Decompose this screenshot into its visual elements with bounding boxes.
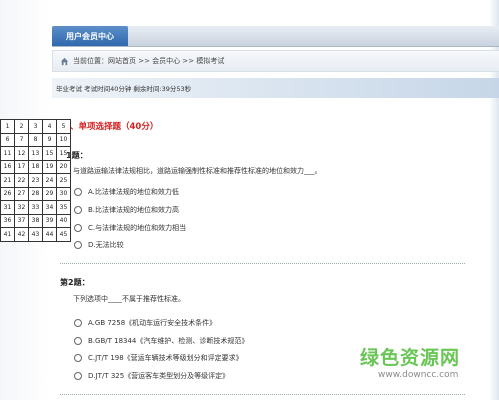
question-grid-cell[interactable]: 37 [14,213,29,228]
question-grid-cell[interactable]: 39 [42,213,57,228]
radio-icon[interactable] [74,372,82,380]
question-grid-cell[interactable]: 4 [42,119,57,134]
question-grid-cell[interactable]: 36 [0,213,15,228]
option-label: A.比法律法规的地位和效力低 [88,188,179,196]
question-grid-cell[interactable]: 40 [56,213,71,228]
question-grid-cell[interactable]: 34 [42,200,57,215]
question-1-option-d[interactable]: D.无法比较 [74,240,124,250]
option-label: C.JT/T 198《营运车辆技术等级划分和评定要求》 [88,354,243,362]
question-grid-cell[interactable]: 16 [0,159,15,174]
question-grid-row: 31 32 33 34 35 [0,200,71,215]
question-grid-cell[interactable]: 12 [14,146,29,161]
question-grid-cell[interactable]: 10 [56,132,71,147]
question-grid-cell[interactable]: 22 [14,173,29,188]
question-grid-row: 41 42 43 44 45 [0,227,71,242]
question-grid-row: 36 37 38 39 40 [0,213,71,228]
radio-icon[interactable] [74,337,82,345]
question-grid-row: 6 7 8 9 10 [0,132,71,147]
breadcrumb-text: 当前位置：网站首页 >> 会员中心 >> 模拟考试 [73,57,225,65]
question-grid-cell[interactable]: 45 [56,227,71,242]
question-grid-cell[interactable]: 3 [28,119,43,134]
question-grid-cell[interactable]: 7 [14,132,29,147]
question-grid-cell[interactable]: 13 [28,146,43,161]
breadcrumb: 当前位置：网站首页 >> 会员中心 >> 模拟考试 [52,50,499,72]
question-2-title: 第2题： [60,278,90,287]
tab-member-center[interactable]: 用户会员中心 [52,26,128,46]
question-grid-cell[interactable]: 24 [42,173,57,188]
question-grid-cell[interactable]: 18 [28,159,43,174]
question-grid-cell[interactable]: 26 [0,186,15,201]
question-grid-cell[interactable]: 6 [0,132,15,147]
question-grid-cell[interactable]: 44 [42,227,57,242]
exam-info-bar: 毕业考试 考试时间40分钟 剩余时间:39分53秒 [52,78,499,98]
question-2-option-d[interactable]: D.JT/T 325《营运客车类型划分及等级评定》 [74,371,229,381]
question-grid-row: 12345 [0,119,71,134]
question-grid-cell[interactable]: 21 [0,173,15,188]
watermark-logo-text: 绿色资源网 [360,347,461,369]
watermark-url: www.downcc.com [378,370,459,380]
question-1-option-b[interactable]: B.比法律法规的地位和效力高 [74,205,179,215]
question-grid-cell[interactable]: 42 [14,227,29,242]
question-grid-cell[interactable]: 35 [56,200,71,215]
question-grid-cell[interactable]: 30 [56,186,71,201]
question-grid-cell[interactable]: 11 [0,146,15,161]
question-grid-cell[interactable]: 17 [14,159,29,174]
top-nav-bar: 用户会员中心 [52,26,499,47]
radio-icon[interactable] [74,319,82,327]
question-grid-cell[interactable]: 33 [28,200,43,215]
question-grid-cell[interactable]: 23 [28,173,43,188]
question-grid-row: 11 12 13 15 15 [0,146,71,161]
section-title: 、单项选择题（40分） [70,122,159,132]
option-label: B.比法律法规的地位和效力高 [88,206,180,214]
question-grid-cell[interactable]: 27 [14,186,29,201]
option-label: C.与法律法规的地位和效力相当 [88,224,187,232]
question-grid-cell[interactable]: 15 [42,146,57,161]
question-1-title: 1题： [66,151,88,160]
question-grid-cell[interactable]: 41 [0,227,15,242]
exam-info-text: 毕业考试 考试时间40分钟 剩余时间:39分53秒 [56,85,192,93]
radio-icon[interactable] [74,354,82,362]
question-grid-cell[interactable]: 19 [42,159,57,174]
question-grid-row: 26 27 28 29 30 [0,186,71,201]
radio-icon[interactable] [74,206,82,214]
question-grid-cell[interactable]: 43 [28,227,43,242]
question-grid-cell[interactable]: 8 [28,132,43,147]
question-grid-cell[interactable]: 5 [56,119,71,134]
question-grid-cell[interactable]: 31 [0,200,15,215]
question-1-stem: 与道路运输法律法规相比，道路运输强制性标准和推荐性标准的地位和效力___。 [73,167,322,175]
question-grid-row: 16 17 18 19 20 [0,159,71,174]
home-icon [60,57,69,65]
radio-icon[interactable] [74,188,82,196]
divider [60,394,465,395]
question-grid-cell[interactable]: 32 [14,200,29,215]
question-grid-cell[interactable]: 38 [28,213,43,228]
option-label: D.JT/T 325《营运客车类型划分及等级评定》 [88,372,230,380]
question-number-grid: 1 2 3 4 5 6 7 8 9 10 11 12 13 15 15 16 17 18 19 20 21 22 23 24 2… [0,119,71,242]
question-2-option-b[interactable]: B.GB/T 18344《汽车维护、检测、诊断技术规范》 [74,336,248,346]
option-label: B.GB/T 18344《汽车维护、检测、诊断技术规范》 [88,337,249,345]
question-2-option-c[interactable]: C.JT/T 198《营运车辆技术等级划分和评定要求》 [74,353,243,363]
question-1-option-a[interactable]: A.比法律法规的地位和效力低 [74,187,179,197]
question-grid-cell[interactable]: 9 [42,132,57,147]
question-grid-cell[interactable]: 20 [56,159,71,174]
question-1-option-c[interactable]: C.与法律法规的地位和效力相当 [74,223,186,233]
question-grid-cell[interactable]: 2 [14,119,29,134]
option-label: D.无法比较 [88,241,124,249]
question-grid-cell[interactable]: 29 [42,186,57,201]
question-grid-cell[interactable]: 1 [0,119,15,134]
question-2-option-a[interactable]: A.GB 7258《机动车运行安全技术条件》 [74,318,216,328]
option-label: A.GB 7258《机动车运行安全技术条件》 [88,319,217,327]
question-grid-cell[interactable]: 28 [28,186,43,201]
divider [60,263,465,264]
question-grid-cell[interactable]: 25 [56,173,71,188]
radio-icon[interactable] [74,224,82,232]
question-2-stem: 下列选项中____不属于推荐性标准。 [73,295,185,303]
question-grid-row: 21 22 23 24 25 [0,173,71,188]
radio-icon[interactable] [74,241,82,249]
